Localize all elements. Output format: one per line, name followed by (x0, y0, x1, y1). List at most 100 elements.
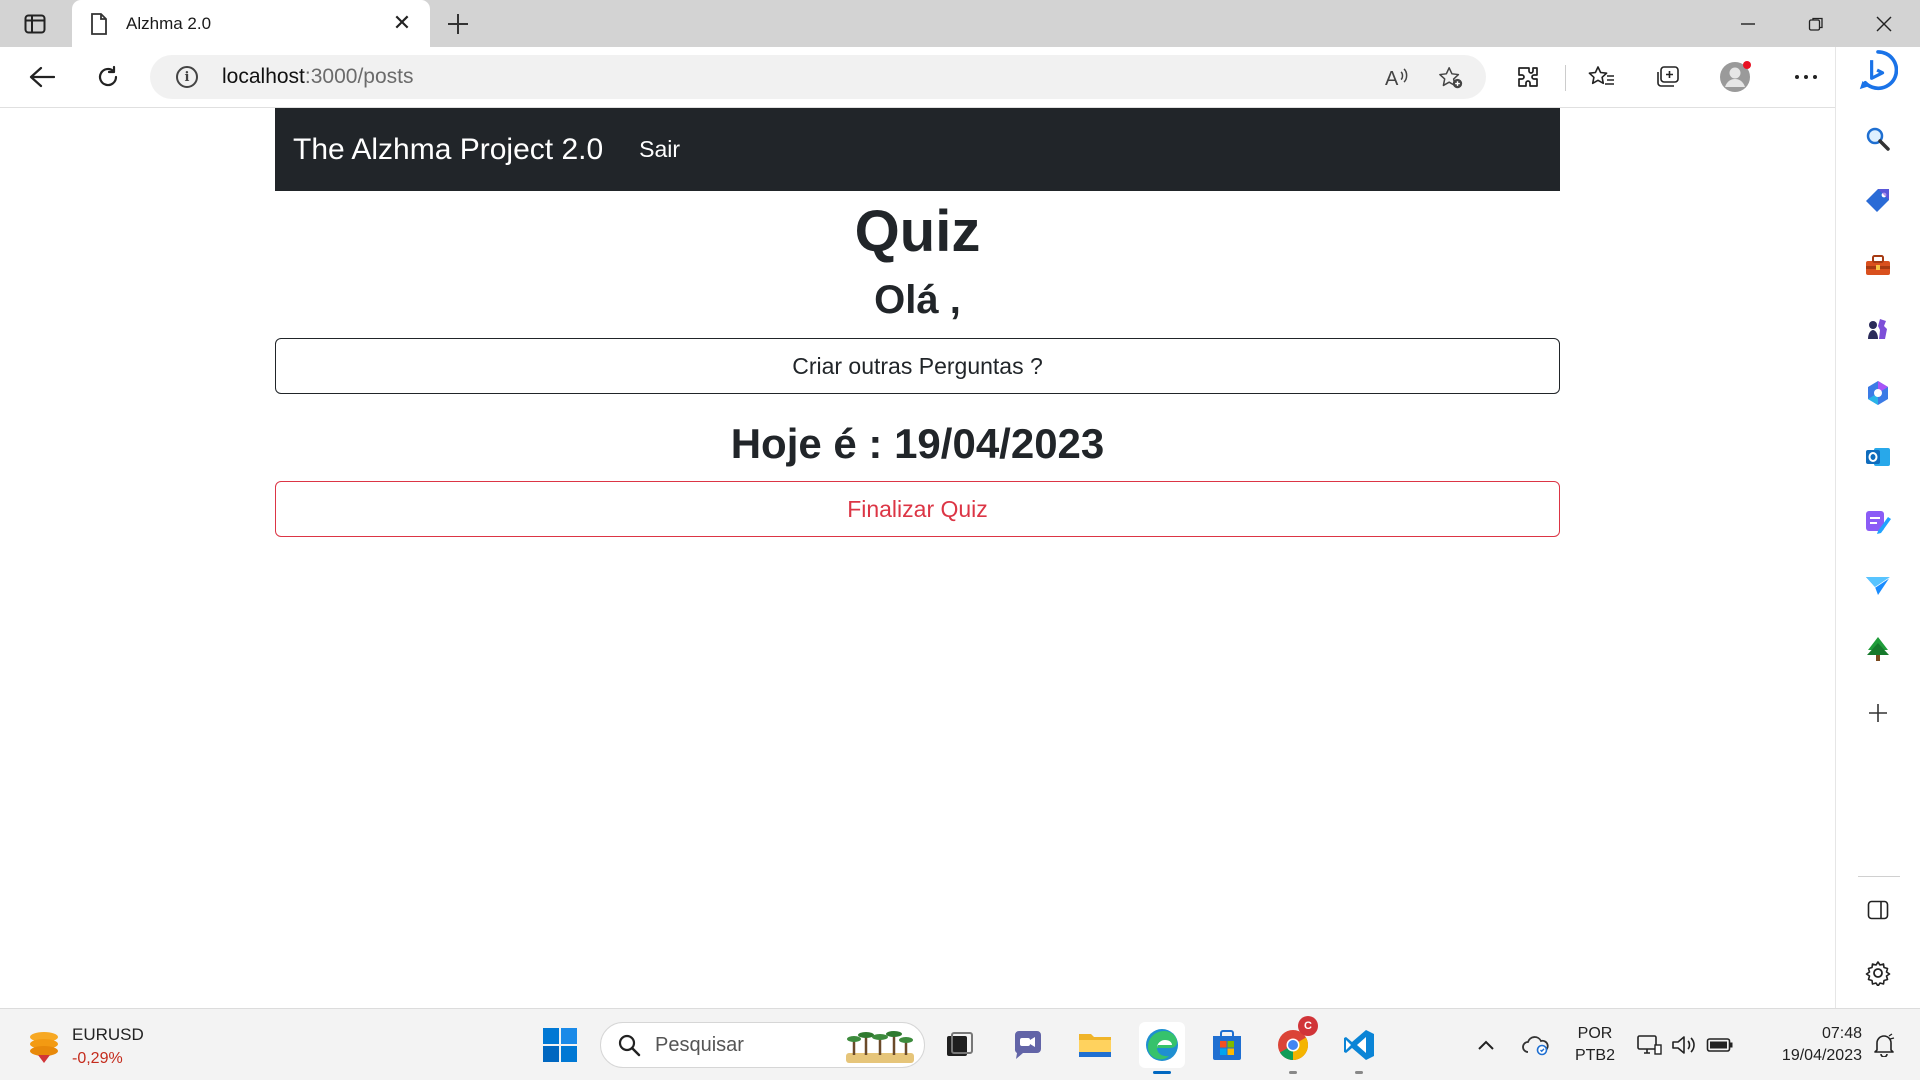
teams-chat-button[interactable] (1005, 1022, 1051, 1068)
page-icon (91, 12, 107, 35)
sidebar-designer-button[interactable] (1858, 501, 1898, 541)
edge-sidebar (1835, 47, 1920, 1008)
more-horizontal-icon (1795, 75, 1817, 79)
sidebar-tools-button[interactable] (1858, 245, 1898, 285)
chrome-taskbar-button[interactable]: C (1270, 1016, 1318, 1074)
running-app-indicator (1355, 1071, 1363, 1074)
chevron-up-icon (1478, 1040, 1494, 1050)
sidebar-send-button[interactable] (1858, 565, 1898, 605)
site-navbar: The Alzhma Project 2.0 Sair (275, 108, 1560, 191)
collections-icon (1657, 66, 1679, 87)
sidebar-divider (1858, 876, 1900, 877)
minimize-button[interactable] (1714, 0, 1782, 47)
tab-close-icon[interactable]: ✕ (388, 11, 416, 36)
language-code: POR (1577, 1025, 1613, 1042)
edge-icon (1146, 1029, 1178, 1061)
page-viewport: The Alzhma Project 2.0 Sair Quiz Olá , C… (0, 107, 1835, 1008)
edge-taskbar-button[interactable] (1139, 1022, 1185, 1074)
chrome-profile-badge: C (1298, 1016, 1318, 1036)
clock-widget[interactable]: 07:48 19/04/2023 (1752, 1023, 1862, 1067)
onedrive-tray-button[interactable] (1516, 1022, 1556, 1068)
start-button[interactable] (537, 1022, 583, 1068)
quick-settings-button[interactable] (1630, 1022, 1740, 1068)
back-button[interactable] (22, 57, 62, 97)
tab-title: Alzhma 2.0 (126, 13, 212, 33)
vscode-taskbar-button[interactable] (1336, 1022, 1382, 1074)
logout-link[interactable]: Sair (639, 136, 680, 163)
task-view-button[interactable] (937, 1022, 983, 1068)
keyboard-layout: PTB2 (1574, 1047, 1615, 1064)
battery-icon (1706, 1038, 1733, 1052)
designer-icon (1866, 511, 1891, 534)
paper-plane-icon (1866, 576, 1891, 595)
active-app-indicator (1153, 1071, 1171, 1074)
finish-quiz-button[interactable]: Finalizar Quiz (275, 481, 1560, 537)
favorites-icon (1588, 66, 1614, 85)
running-app-indicator (1289, 1071, 1297, 1074)
coins-icon (30, 1032, 58, 1063)
windows-logo-icon (543, 1028, 577, 1062)
bing-copilot-button[interactable] (1858, 50, 1898, 91)
new-tab-button[interactable] (440, 6, 476, 42)
chat-icon (1014, 1031, 1041, 1059)
toolbar-divider (1565, 65, 1566, 91)
tab-actions-button[interactable] (16, 10, 54, 38)
read-aloud-icon[interactable]: A (1384, 65, 1410, 91)
search-icon (618, 1034, 641, 1057)
chess-icon (1868, 319, 1887, 339)
notifications-button[interactable] (1864, 1022, 1904, 1068)
ticker-change: -0,29% (72, 1050, 123, 1067)
tab-actions-icon (24, 14, 46, 34)
window-close-button[interactable] (1850, 0, 1918, 47)
extensions-button[interactable] (1508, 57, 1548, 97)
clock-date: 19/04/2023 (1781, 1047, 1862, 1064)
create-questions-button[interactable]: Criar outras Perguntas ? (275, 338, 1560, 394)
hide-sidebar-button[interactable] (1858, 890, 1898, 930)
url-path: :3000/posts (304, 65, 414, 88)
input-language-indicator[interactable]: POR PTB2 (1572, 1023, 1618, 1067)
tree-icon (1867, 637, 1889, 661)
browser-tab-strip: Alzhma 2.0 ✕ (0, 0, 1920, 47)
address-bar[interactable]: i localhost:3000/posts A (150, 55, 1486, 99)
ticker-symbol: EURUSD (72, 1025, 144, 1044)
refresh-button[interactable] (88, 57, 128, 97)
profile-button[interactable] (1716, 57, 1756, 97)
store-icon (1213, 1030, 1241, 1060)
sidebar-panel-icon (1867, 900, 1889, 920)
sidebar-games-button[interactable] (1858, 309, 1898, 349)
sidebar-shopping-button[interactable] (1858, 181, 1898, 221)
sidebar-outlook-button[interactable] (1858, 437, 1898, 477)
url-host: localhost (222, 65, 305, 88)
folder-icon (1079, 1034, 1111, 1057)
favorites-button[interactable] (1582, 57, 1622, 97)
more-options-button[interactable] (1786, 57, 1826, 97)
plus-icon (1869, 704, 1887, 722)
sidebar-settings-button[interactable] (1858, 953, 1898, 993)
navbar-brand-link[interactable]: The Alzhma Project 2.0 (293, 133, 603, 167)
page-title: Quiz (854, 199, 981, 264)
volume-icon (1672, 1036, 1695, 1054)
toolbox-icon (1866, 255, 1890, 275)
collections-button[interactable] (1648, 57, 1688, 97)
sidebar-office-button[interactable] (1858, 373, 1898, 413)
search-highlight-landscape-icon (846, 1031, 914, 1063)
gear-icon (1865, 961, 1891, 986)
greeting-heading: Olá , (874, 278, 961, 322)
site-info-icon[interactable]: i (176, 66, 198, 88)
restore-button[interactable] (1782, 0, 1850, 47)
file-explorer-button[interactable] (1072, 1022, 1118, 1068)
add-favorite-icon[interactable] (1438, 65, 1464, 91)
url-text[interactable]: localhost:3000/posts (222, 65, 413, 89)
sidebar-add-button[interactable] (1858, 693, 1898, 733)
microsoft-store-button[interactable] (1204, 1022, 1250, 1068)
browser-tab-active[interactable]: Alzhma 2.0 ✕ (72, 0, 430, 47)
vscode-icon (1344, 1030, 1374, 1060)
notification-bell-icon (1874, 1033, 1895, 1057)
taskbar-search-box[interactable]: Pesquisar (600, 1022, 925, 1068)
windows-taskbar: EURUSD -0,29% Pesquisar C POR PTB2 07:48… (0, 1008, 1920, 1080)
sidebar-tree-button[interactable] (1858, 629, 1898, 669)
sidebar-search-button[interactable] (1858, 119, 1898, 159)
stock-ticker-widget[interactable]: EURUSD -0,29% (26, 1023, 144, 1071)
network-icon (1637, 1035, 1662, 1055)
show-hidden-icons-button[interactable] (1468, 1022, 1504, 1068)
